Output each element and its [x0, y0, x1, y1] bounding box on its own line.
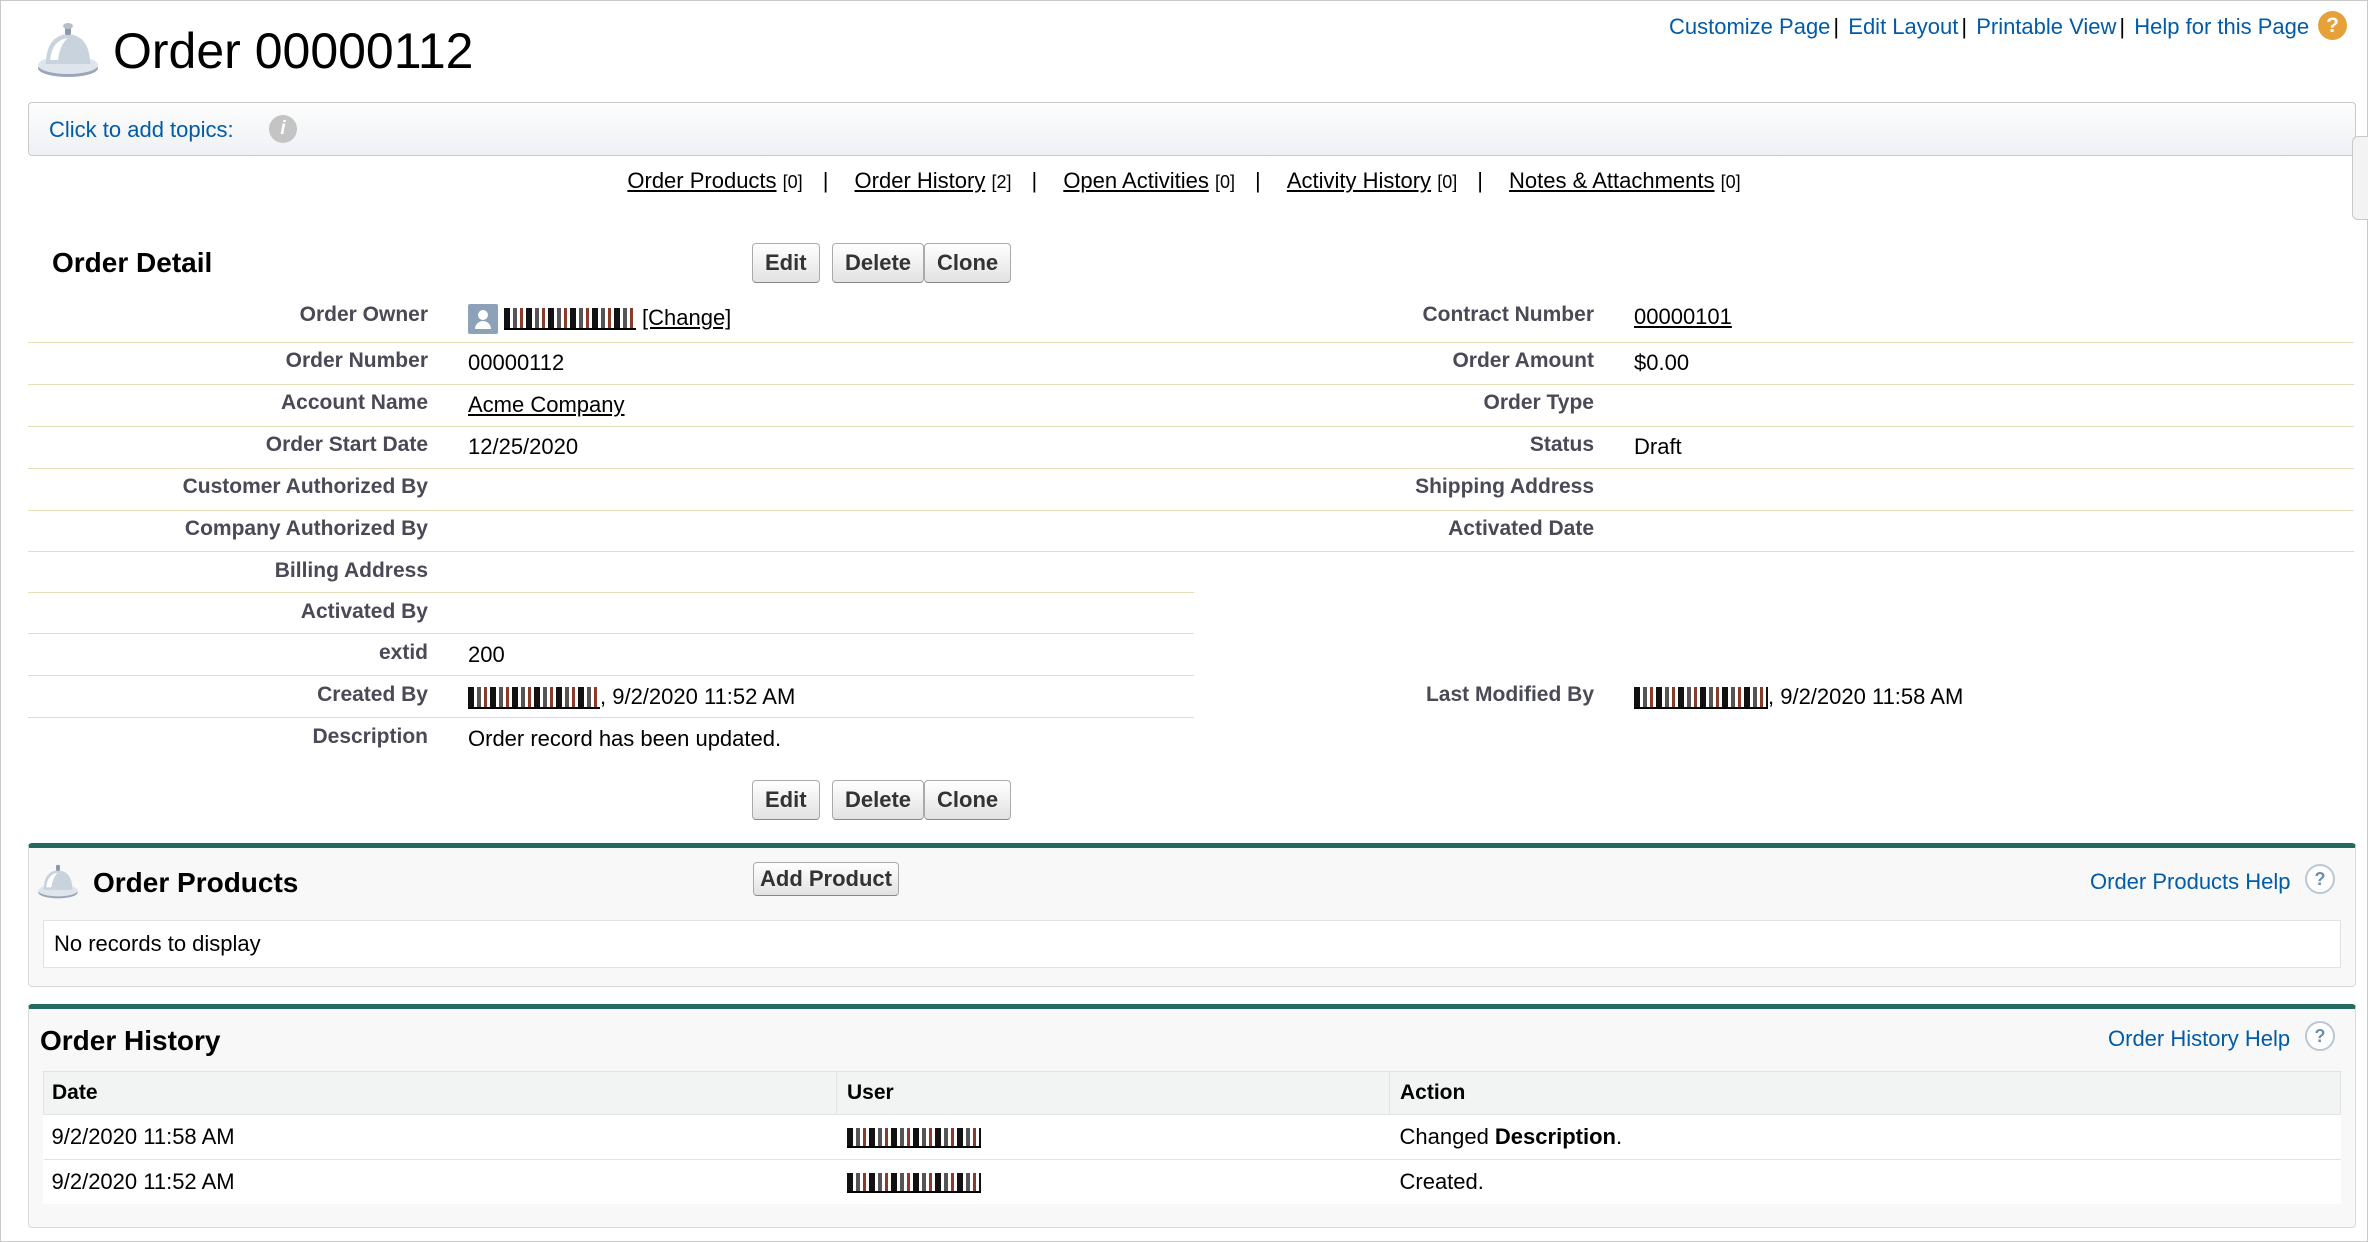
related-lists-nav: Order Products [0] | Order History [2] | O… — [627, 168, 1741, 193]
help-for-page-link[interactable]: Help for this Page — [2134, 14, 2309, 39]
col-user: User — [836, 1071, 1390, 1115]
customize-page-link[interactable]: Customize Page — [1669, 14, 1830, 39]
nav-order-products[interactable]: Order Products [0] — [627, 168, 802, 193]
info-icon[interactable]: i — [269, 115, 297, 143]
history-action: Created. — [1389, 1159, 2341, 1204]
clone-button-top[interactable]: Clone — [924, 243, 1012, 283]
delete-button-top[interactable]: Delete — [832, 243, 925, 283]
order-products-help-link[interactable]: Order Products Help — [2090, 869, 2291, 895]
order-products-section: Order Products Add Product Order Product… — [28, 843, 2356, 987]
nav-activity-history[interactable]: Activity History [0] — [1287, 168, 1457, 193]
label-description: Description — [312, 725, 428, 748]
extid-value: 200 — [468, 642, 505, 667]
edit-layout-link[interactable]: Edit Layout — [1848, 14, 1958, 39]
history-user — [836, 1114, 1390, 1160]
order-detail-title: Order Detail — [52, 247, 213, 278]
nav-order-history[interactable]: Order History [2] — [855, 168, 1012, 193]
add-topics-link[interactable]: Click to add topics: — [49, 117, 234, 143]
edit-button-bottom[interactable]: Edit — [752, 780, 820, 820]
label-billing-address: Billing Address — [274, 559, 428, 582]
order-products-bell-icon — [38, 864, 78, 899]
order-history-help-link[interactable]: Order History Help — [2108, 1026, 2290, 1052]
label-order-amount: Order Amount — [1452, 349, 1594, 372]
label-order-type: Order Type — [1483, 391, 1594, 414]
label-activated-date: Activated Date — [1448, 517, 1594, 540]
order-amount-value: $0.00 — [1634, 350, 1690, 375]
order-owner-value: [Change] — [468, 304, 731, 334]
order-history-section: Order History Order History Help ? Date … — [28, 1004, 2356, 1228]
order-products-title: Order Products — [93, 867, 299, 898]
label-customer-authorized-by: Customer Authorized By — [182, 475, 428, 498]
nav-notes-attachments[interactable]: Notes & Attachments [0] — [1509, 168, 1741, 193]
col-date: Date — [43, 1071, 837, 1115]
label-order-owner: Order Owner — [299, 303, 428, 326]
history-date: 9/2/2020 11:58 AM — [43, 1114, 837, 1160]
page-title: Order 00000112 — [113, 23, 474, 79]
redacted-user-link[interactable] — [846, 1128, 981, 1149]
label-status: Status — [1529, 433, 1594, 456]
label-company-authorized-by: Company Authorized By — [184, 517, 428, 540]
label-order-start-date: Order Start Date — [265, 433, 428, 456]
label-activated-by: Activated By — [300, 600, 428, 623]
help-icon[interactable]: ? — [2318, 11, 2347, 40]
clone-button-bottom[interactable]: Clone — [924, 780, 1012, 820]
topics-bar: Click to add topics: i — [28, 102, 2356, 156]
edit-button-top[interactable]: Edit — [752, 243, 820, 283]
add-product-button[interactable]: Add Product — [753, 862, 899, 896]
label-shipping-address: Shipping Address — [1415, 475, 1594, 498]
nav-open-activities[interactable]: Open Activities [0] — [1063, 168, 1235, 193]
delete-button-bottom[interactable]: Delete — [832, 780, 925, 820]
order-history-help-icon[interactable]: ? — [2305, 1021, 2335, 1051]
last-modified-timestamp: , 9/2/2020 11:58 AM — [1768, 684, 1964, 709]
label-contract-number: Contract Number — [1422, 303, 1594, 326]
order-history-title: Order History — [40, 1025, 221, 1056]
redacted-user-link[interactable] — [846, 1173, 981, 1194]
history-user — [836, 1159, 1390, 1204]
created-by-timestamp: , 9/2/2020 11:52 AM — [600, 684, 796, 709]
redacted-creator-name[interactable] — [468, 687, 600, 710]
label-account-name: Account Name — [280, 391, 428, 414]
order-bell-icon — [38, 23, 98, 77]
order-start-date-value: 12/25/2020 — [468, 434, 579, 459]
status-value: Draft — [1634, 434, 1682, 459]
printable-view-link[interactable]: Printable View — [1976, 14, 2116, 39]
history-date: 9/2/2020 11:52 AM — [43, 1159, 837, 1204]
label-last-modified-by: Last Modified By — [1425, 683, 1594, 706]
last-modified-by-value: , 9/2/2020 11:58 AM — [1634, 684, 1963, 710]
redacted-modifier-name[interactable] — [1634, 687, 1768, 710]
table-row: 9/2/2020 11:58 AM Changed Description. — [43, 1114, 2341, 1160]
account-name-link[interactable]: Acme Company — [468, 392, 625, 418]
order-products-help-icon[interactable]: ? — [2305, 864, 2335, 894]
user-avatar-icon — [468, 304, 498, 334]
table-row: 9/2/2020 11:52 AM Created. — [43, 1159, 2341, 1204]
history-action: Changed Description. — [1389, 1114, 2341, 1160]
contract-number-link[interactable]: 00000101 — [1634, 304, 1732, 330]
order-number-value: 00000112 — [468, 350, 565, 375]
no-records-text: No records to display — [54, 931, 261, 956]
label-order-number: Order Number — [285, 349, 428, 372]
label-extid: extid — [378, 641, 428, 664]
top-links: Customize Page | Edit Layout | Printable V… — [1669, 14, 2310, 39]
order-products-empty: No records to display — [43, 920, 2341, 968]
created-by-value: , 9/2/2020 11:52 AM — [468, 684, 795, 710]
redacted-owner-name[interactable] — [504, 308, 636, 330]
change-owner-link[interactable]: [Change] — [642, 305, 731, 330]
order-history-table: Date User Action 9/2/2020 11:58 AM Chang… — [43, 1071, 2341, 1204]
col-action: Action — [1389, 1071, 2341, 1115]
label-created-by: Created By — [317, 683, 428, 706]
description-value: Order record has been updated. — [468, 726, 782, 751]
